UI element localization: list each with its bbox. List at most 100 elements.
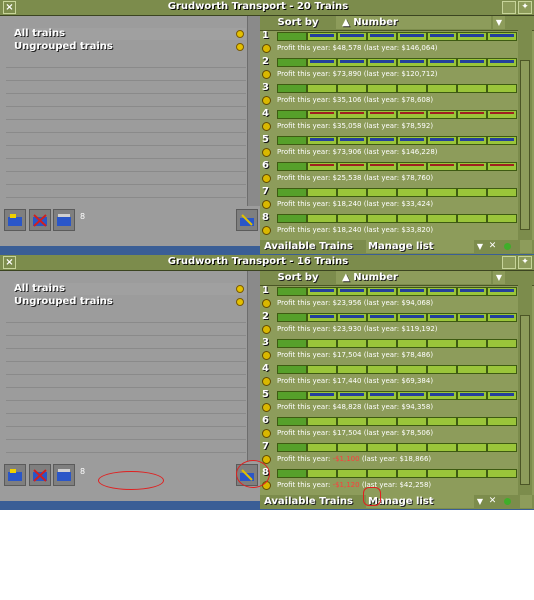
- chevron-down-icon[interactable]: ▼: [474, 495, 486, 508]
- wagon: [457, 469, 487, 478]
- divider: [6, 184, 246, 185]
- wagon: [487, 365, 517, 374]
- profit-text: Profit this year: $48,578 (last year: $1…: [277, 44, 438, 52]
- wagon: [367, 287, 397, 296]
- available-trains-button[interactable]: Available Trains: [264, 495, 364, 508]
- coin-status-icon: [262, 226, 271, 235]
- scrollbar-thumb[interactable]: [520, 315, 530, 485]
- bottom-bar: Available Trains Manage list ▼ ✕: [260, 495, 534, 509]
- train-consist-image: [277, 84, 517, 93]
- rename-group-button[interactable]: [53, 464, 75, 486]
- shade-button[interactable]: [502, 1, 516, 14]
- create-group-button[interactable]: [4, 464, 26, 486]
- train-row[interactable]: 3 Profit this year: $35,106 (last year: $…: [260, 82, 518, 108]
- stop-x-icon[interactable]: ✕: [488, 497, 497, 506]
- profit-text: Profit this year: $73,906 (last year: $1…: [277, 148, 438, 156]
- wagon: [427, 313, 457, 322]
- scrollbar-thumb[interactable]: [520, 60, 530, 230]
- wagon: [367, 32, 397, 41]
- chevron-down-icon[interactable]: ▼: [493, 16, 505, 29]
- train-row[interactable]: 4 Profit this year: $35,058 (last year: $…: [260, 108, 518, 134]
- group-ungrouped-trains[interactable]: Ungrouped trains 20: [14, 41, 258, 53]
- wagon: [487, 188, 517, 197]
- delete-group-button[interactable]: [29, 209, 51, 231]
- divider: [6, 439, 246, 440]
- chevron-down-icon[interactable]: ▼: [474, 240, 486, 253]
- resize-handle[interactable]: [520, 240, 532, 253]
- go-circle-icon[interactable]: [504, 243, 511, 250]
- train-number: 3: [262, 337, 269, 348]
- train-row[interactable]: 7 Profit this year: -$1,100 (last year: $…: [260, 441, 518, 467]
- divider: [6, 348, 246, 349]
- close-icon[interactable]: ×: [3, 1, 16, 14]
- train-row[interactable]: 6 Profit this year: $25,538 (last year: $…: [260, 160, 518, 186]
- manage-list-dropdown[interactable]: Manage list: [366, 240, 474, 253]
- create-group-button[interactable]: [4, 209, 26, 231]
- wagon: [427, 443, 457, 452]
- train-row[interactable]: 7 Profit this year: $18,240 (last year: $…: [260, 186, 518, 212]
- wagon: [427, 339, 457, 348]
- divider: [6, 106, 246, 107]
- profit-text: Profit this year: $73,890 (last year: $1…: [277, 70, 438, 78]
- replace-vehicles-button[interactable]: [236, 209, 258, 231]
- train-number: 2: [262, 311, 269, 322]
- train-row[interactable]: 2 Profit this year: $23,930 (last year: $…: [260, 311, 518, 337]
- train-row[interactable]: 4 Profit this year: $17,440 (last year: $…: [260, 363, 518, 389]
- go-circle-icon[interactable]: [504, 498, 511, 505]
- locomotive: [277, 188, 307, 197]
- coin-icon: [236, 30, 244, 38]
- wagon: [397, 162, 427, 171]
- shade-button[interactable]: [502, 256, 516, 269]
- group-list-scrollbar[interactable]: ▼: [247, 271, 260, 489]
- train-consist-image: [277, 162, 517, 171]
- train-list-scrollbar[interactable]: [518, 285, 532, 495]
- wagon: [457, 84, 487, 93]
- group-list-scrollbar[interactable]: ▼: [247, 16, 260, 234]
- manage-list-dropdown[interactable]: Manage list: [366, 495, 474, 508]
- window-titlebar[interactable]: × Grudworth Transport - 16 Trains ✦: [0, 255, 534, 271]
- window-titlebar[interactable]: × Grudworth Transport - 20 Trains ✦: [0, 0, 534, 16]
- stop-x-icon[interactable]: ✕: [488, 242, 497, 251]
- delete-group-button[interactable]: [29, 464, 51, 486]
- sort-by-button[interactable]: Sort by: [262, 271, 334, 284]
- train-row[interactable]: 8 Profit this year: -$1,120 (last year: $…: [260, 467, 518, 493]
- chevron-down-icon[interactable]: ▼: [493, 271, 505, 284]
- train-consist-image: [277, 417, 517, 426]
- group-label: Ungrouped trains: [14, 41, 113, 52]
- train-row[interactable]: 8 Profit this year: $18,240 (last year: $…: [260, 212, 518, 238]
- train-number: 2: [262, 56, 269, 67]
- coin-status-icon: [262, 70, 271, 79]
- wagon: [457, 136, 487, 145]
- sort-field-dropdown[interactable]: ▲ Number: [336, 271, 491, 284]
- close-icon[interactable]: ×: [3, 256, 16, 269]
- sticky-pin-icon[interactable]: ✦: [518, 1, 532, 14]
- coin-status-icon: [262, 122, 271, 131]
- group-all-trains[interactable]: All trains 16: [14, 283, 258, 295]
- wagon: [367, 469, 397, 478]
- locomotive: [277, 214, 307, 223]
- train-consist-image: [277, 339, 517, 348]
- train-consist-image: [277, 136, 517, 145]
- train-row[interactable]: 5 Profit this year: $73,906 (last year: $…: [260, 134, 518, 160]
- train-row[interactable]: 1 Profit this year: $23,956 (last year: $…: [260, 285, 518, 311]
- train-row[interactable]: 1 Profit this year: $48,578 (last year: $…: [260, 30, 518, 56]
- coin-status-icon: [262, 148, 271, 157]
- train-row[interactable]: 5 Profit this year: $48,828 (last year: $…: [260, 389, 518, 415]
- train-row[interactable]: 6 Profit this year: $17,504 (last year: $…: [260, 415, 518, 441]
- train-consist-image: [277, 365, 517, 374]
- sticky-pin-icon[interactable]: ✦: [518, 256, 532, 269]
- delete-group-icon: [33, 469, 47, 482]
- train-row[interactable]: 2 Profit this year: $73,890 (last year: $…: [260, 56, 518, 82]
- train-list-scrollbar[interactable]: [518, 30, 532, 240]
- sort-field-dropdown[interactable]: ▲ Number: [336, 16, 491, 29]
- train-row[interactable]: 3 Profit this year: $17,504 (last year: $…: [260, 337, 518, 363]
- sort-by-button[interactable]: Sort by: [262, 16, 334, 29]
- group-all-trains[interactable]: All trains 20: [14, 28, 258, 40]
- available-trains-button[interactable]: Available Trains: [264, 240, 364, 253]
- wagon: [487, 58, 517, 67]
- rename-group-button[interactable]: [53, 209, 75, 231]
- resize-handle[interactable]: [520, 495, 532, 508]
- group-ungrouped-trains[interactable]: Ungrouped trains 16: [14, 296, 258, 308]
- wagon: [307, 84, 337, 93]
- divider: [6, 322, 246, 323]
